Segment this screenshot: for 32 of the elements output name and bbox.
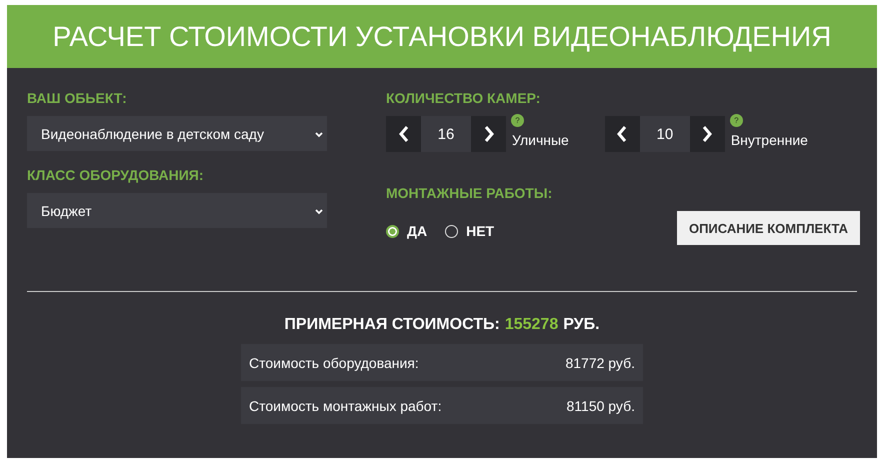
field-label: МОНТАЖНЫЕ РАБОТЫ:: [386, 185, 554, 201]
page-title: РАСЧЕТ СТОИМОСТИ УСТАНОВКИ ВИДЕОНАБЛЮДЕНИЯ: [52, 20, 832, 52]
chevron-left-icon: [616, 124, 628, 144]
chevron-right-icon: [701, 124, 714, 144]
chevron-right-icon: [482, 124, 494, 144]
cost-value: 81772 руб.: [565, 354, 635, 370]
total-label: ПРИМЕРНАЯ СТОИМОСТЬ:: [284, 316, 500, 334]
radio-label: ДА: [407, 223, 428, 239]
camera-type-label: Уличные: [512, 132, 569, 148]
dropdown[interactable]: Видеонаблюдение в детском саду: [27, 116, 327, 151]
count-field[interactable]: 16: [421, 116, 471, 152]
currency-label: РУБ.: [563, 316, 600, 334]
count-field[interactable]: 10: [640, 116, 690, 152]
radio-button[interactable]: [386, 224, 399, 238]
field-label: ВАШ ОБЬЕКТ:: [27, 90, 128, 106]
increment-button[interactable]: [471, 116, 506, 152]
decrement-button[interactable]: [386, 116, 421, 152]
dropdown[interactable]: Бюджет: [27, 193, 327, 228]
cost-label: Стоимость оборудования:: [249, 354, 419, 370]
help-badge[interactable]: ?: [511, 114, 524, 127]
cost-value: 81150 руб.: [566, 398, 635, 414]
field-label: КЛАСС ОБОРУДОВАНИЯ:: [27, 167, 205, 183]
camera-type-label: Внутренние: [730, 132, 808, 148]
field-label: КОЛИЧЕСТВО КАМЕР:: [386, 90, 542, 106]
decrement-button[interactable]: [604, 116, 640, 152]
chevron-left-icon: [398, 124, 410, 144]
increment-button[interactable]: [690, 116, 725, 152]
total-value: 155278: [504, 316, 558, 334]
kit-description-button[interactable]: ОПИСАНИЕ КОМПЛЕКТА: [676, 211, 860, 245]
cost-label: Стоимость монтажных работ:: [249, 398, 442, 414]
help-badge[interactable]: ?: [730, 114, 743, 127]
radio-label: НЕТ: [466, 223, 494, 239]
